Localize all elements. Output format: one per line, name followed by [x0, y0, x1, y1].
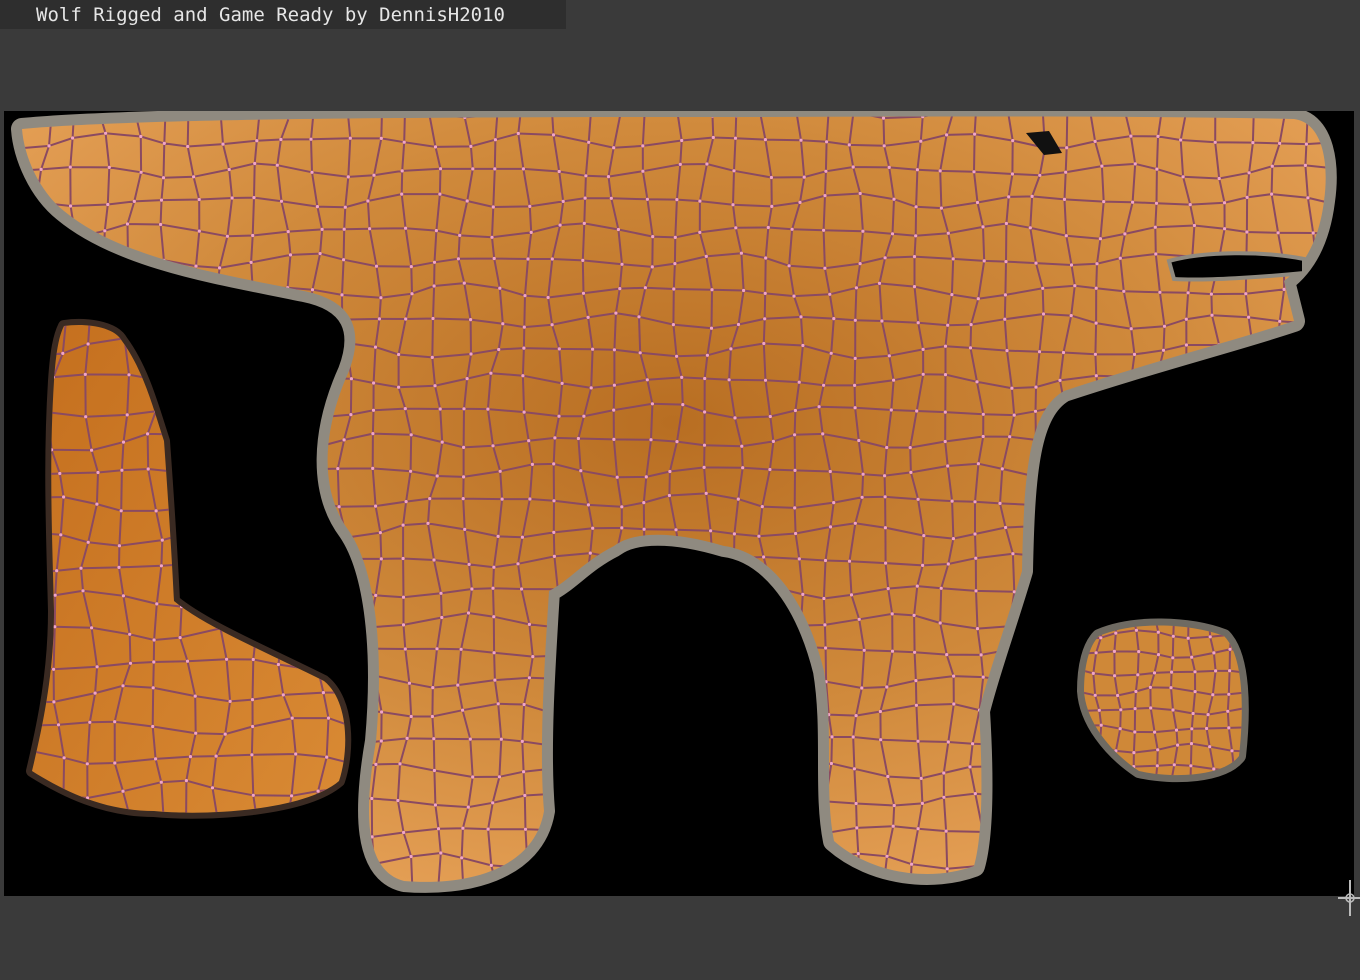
- title-bar: Wolf Rigged and Game Ready by DennisH201…: [0, 0, 566, 29]
- image-title: Wolf Rigged and Game Ready by DennisH201…: [36, 4, 505, 26]
- uv-editor-window: Wolf Rigged and Game Ready by DennisH201…: [0, 0, 1360, 980]
- crosshair-cursor-icon: [1338, 880, 1360, 916]
- paw-island[interactable]: [1075, 612, 1254, 791]
- mouth-slit: [1166, 251, 1306, 282]
- leg-island[interactable]: [13, 310, 364, 831]
- uv-viewport[interactable]: [4, 111, 1354, 896]
